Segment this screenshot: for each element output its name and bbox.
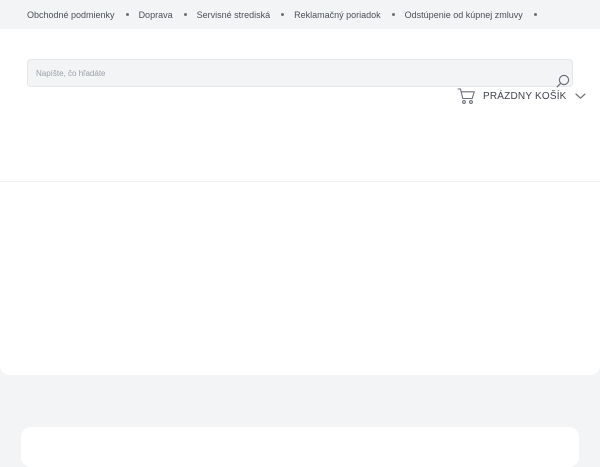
separator-dot bbox=[533, 13, 537, 16]
search-input[interactable] bbox=[28, 60, 548, 86]
hero-banner bbox=[0, 181, 600, 375]
topnav-item-label: Doprava bbox=[138, 9, 173, 20]
search-box bbox=[27, 59, 573, 88]
topnav-item-obchodne-podmienky[interactable]: Obchodné podmienky bbox=[27, 10, 139, 20]
topnav-item-label: Reklamačný poriadok bbox=[294, 9, 381, 20]
separator-dot bbox=[183, 13, 187, 16]
chevron-down-icon[interactable] bbox=[574, 92, 586, 100]
topnav-item-doprava[interactable]: Doprava bbox=[139, 10, 197, 20]
topnav-item-reklamacny-poriadok[interactable]: Reklamačný poriadok bbox=[294, 10, 405, 20]
topnav-item-odstupenie-od-kupnej-zmluvy[interactable]: Odstúpenie od kúpnej zmluvy bbox=[405, 10, 547, 20]
site-header: PRÁZDNY KOŠÍK bbox=[0, 29, 600, 181]
topnav-item-servisne-strediska[interactable]: Servisné strediská bbox=[197, 10, 295, 20]
cart-icon bbox=[457, 88, 475, 104]
cart-label: PRÁZDNY KOŠÍK bbox=[483, 90, 567, 102]
cart-button[interactable]: PRÁZDNY KOŠÍK bbox=[457, 87, 586, 105]
separator-dot bbox=[391, 13, 395, 16]
topnav-item-label: Odstúpenie od kúpnej zmluvy bbox=[404, 9, 523, 20]
separator-dot bbox=[125, 13, 129, 16]
top-navigation: Obchodné podmienky Doprava Servisné stre… bbox=[0, 0, 600, 29]
separator-dot bbox=[281, 13, 285, 16]
search-icon[interactable] bbox=[556, 74, 570, 88]
topnav-item-label: Servisné strediská bbox=[196, 9, 271, 20]
content-card bbox=[21, 427, 579, 467]
topnav-item-label: Obchodné podmienky bbox=[27, 9, 115, 20]
